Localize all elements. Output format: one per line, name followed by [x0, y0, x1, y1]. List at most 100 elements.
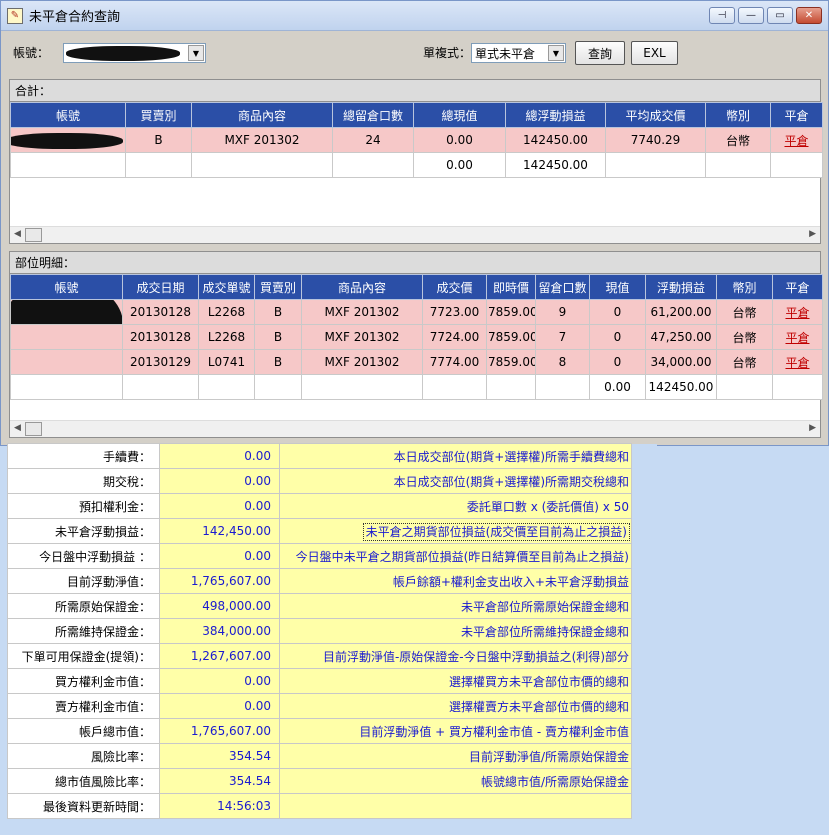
summary-row: 帳戶總市值： 1,765,607.00 目前浮動淨值 + 買方權利金市值 - 賣方權…	[7, 718, 658, 744]
col-side[interactable]: 買賣別	[125, 102, 192, 128]
account-select[interactable]: ▼	[63, 43, 206, 63]
summary-description-text: 未平倉部位所需維持保證金總和	[460, 624, 629, 639]
summary-value: 1,765,607.00	[159, 568, 280, 594]
cell	[332, 152, 414, 178]
summary-value: 1,765,607.00	[159, 718, 280, 744]
scroll-right-icon[interactable]: ▶	[809, 423, 816, 433]
cell: 台幣	[705, 127, 771, 153]
redacted-account	[66, 46, 180, 61]
title-bar[interactable]: ✎ 未平倉合約查詢 ⊣ — ▭ ✕	[1, 1, 828, 31]
col-close[interactable]: 平倉	[770, 102, 823, 128]
close-position-link[interactable]: 平倉	[785, 306, 809, 320]
cell: L2268	[198, 324, 255, 350]
cell: 7740.29	[605, 127, 706, 153]
cell: 7774.00	[422, 349, 487, 375]
col-total-pl[interactable]: 總浮動損益	[505, 102, 606, 128]
table-row[interactable]: 20130129 L0741 B MXF 201302 7774.00 7859…	[10, 349, 823, 375]
col-currency[interactable]: 幣別	[716, 274, 773, 300]
col-close[interactable]: 平倉	[772, 274, 823, 300]
cell: 34,000.00	[645, 349, 717, 375]
maximize-button[interactable]: ▭	[767, 7, 793, 24]
query-button[interactable]: 查詢	[575, 41, 625, 65]
cell	[535, 374, 590, 400]
cell	[191, 152, 333, 178]
col-side[interactable]: 買賣別	[254, 274, 302, 300]
cell: B	[254, 299, 302, 325]
totals-table: 帳號 買賣別 商品內容 總留倉口數 總現值 總浮動損益 平均成交價 幣別 平倉 …	[10, 102, 823, 178]
summary-label: 賣方權利金市值：	[7, 693, 160, 719]
close-position-link[interactable]: 平倉	[785, 356, 809, 370]
chevron-down-icon[interactable]: ▼	[188, 45, 204, 61]
summary-description: 帳號總市值/所需原始保證金	[279, 768, 632, 794]
col-order-no[interactable]: 成交單號	[198, 274, 255, 300]
cell: 20130128	[122, 324, 199, 350]
col-product[interactable]: 商品內容	[191, 102, 333, 128]
scroll-right-icon[interactable]: ▶	[809, 229, 816, 239]
col-live-price[interactable]: 即時價	[486, 274, 536, 300]
excel-button[interactable]: EXL	[631, 41, 678, 65]
col-trade-price[interactable]: 成交價	[422, 274, 487, 300]
summary-pad	[631, 768, 658, 794]
toolbar: 帳號： ▼ 單複式： 單式未平倉 ▼ 查詢 EXL	[1, 31, 828, 75]
cell	[772, 374, 823, 400]
summary-row: 風險比率： 354.54 目前浮動淨值/所需原始保證金	[7, 743, 658, 769]
table-row[interactable]: 20130128 L2268 B MXF 201302 7724.00 7859…	[10, 324, 823, 350]
col-avg-price[interactable]: 平均成交價	[605, 102, 706, 128]
summary-label: 所需原始保證金：	[7, 593, 160, 619]
col-product[interactable]: 商品內容	[301, 274, 423, 300]
account-cell	[10, 299, 123, 325]
summary-description: 選擇權賣方未平倉部位市價的總和	[279, 693, 632, 719]
table-row[interactable]: 20130128 L2268 B MXF 201302 7723.00 7859…	[10, 299, 823, 325]
summary-description-text: 選擇權賣方未平倉部位市價的總和	[448, 699, 629, 714]
summary-description-text: 今日盤中未平倉之期貨部位損益(昨日結算價至目前為止之損益)	[295, 549, 629, 564]
close-position-link[interactable]: 平倉	[785, 331, 809, 345]
summary-description-text: 目前浮動淨值/所需原始保證金	[468, 749, 629, 764]
summary-pad	[631, 693, 658, 719]
col-total-qty[interactable]: 總留倉口數	[332, 102, 414, 128]
col-account[interactable]: 帳號	[10, 274, 123, 300]
cell: 0	[589, 324, 646, 350]
close-position-link[interactable]: 平倉	[784, 134, 808, 148]
cell: 142450.00	[645, 374, 717, 400]
col-trade-date[interactable]: 成交日期	[122, 274, 199, 300]
summary-description: 本日成交部位(期貨+選擇權)所需手續費總和	[279, 443, 632, 469]
summary-description	[279, 793, 632, 819]
details-title: 部位明細：	[10, 252, 820, 274]
horizontal-scrollbar[interactable]: ◀ ▶	[10, 420, 820, 437]
scroll-thumb[interactable]	[25, 422, 42, 436]
col-value[interactable]: 現值	[589, 274, 646, 300]
scroll-left-icon[interactable]: ◀	[14, 423, 21, 433]
cell: 20130128	[122, 299, 199, 325]
cell: MXF 201302	[191, 127, 333, 153]
col-currency[interactable]: 幣別	[705, 102, 771, 128]
chevron-down-icon[interactable]: ▼	[548, 45, 564, 61]
cell: MXF 201302	[301, 324, 423, 350]
mode-select[interactable]: 單式未平倉 ▼	[471, 43, 566, 63]
scroll-left-icon[interactable]: ◀	[14, 229, 21, 239]
col-total-value[interactable]: 總現值	[413, 102, 506, 128]
cell: 0.00	[589, 374, 646, 400]
summary-description-text: 目前浮動淨值-原始保證金-今日盤中浮動損益之(利得)部分	[322, 649, 629, 664]
summary-pad	[631, 743, 658, 769]
summary-label: 未平倉浮動損益：	[7, 518, 160, 544]
summary-value: 0.00	[159, 443, 280, 469]
col-qty[interactable]: 留倉口數	[535, 274, 590, 300]
summary-row: 目前浮動淨值： 1,765,607.00 帳戶餘額+權利金支出收入+未平倉浮動損益	[7, 568, 658, 594]
summary-value: 0.00	[159, 693, 280, 719]
col-pl[interactable]: 浮動損益	[645, 274, 717, 300]
cell: 7723.00	[422, 299, 487, 325]
close-button[interactable]: ✕	[796, 7, 822, 24]
summary-pad	[631, 468, 658, 494]
scroll-thumb[interactable]	[25, 228, 42, 242]
app-icon[interactable]: ✎	[7, 7, 23, 24]
summary-value: 0.00	[159, 493, 280, 519]
table-row[interactable]: B MXF 201302 24 0.00 142450.00 7740.29 台…	[10, 127, 823, 153]
pin-icon[interactable]: ⊣	[709, 7, 735, 24]
summary-description: 未平倉部位所需原始保證金總和	[279, 593, 632, 619]
cell: 47,250.00	[645, 324, 717, 350]
cell: 7859.00	[486, 299, 536, 325]
horizontal-scrollbar[interactable]: ◀ ▶	[10, 226, 820, 243]
cell: 8	[535, 349, 590, 375]
col-account[interactable]: 帳號	[10, 102, 126, 128]
minimize-button[interactable]: —	[738, 7, 764, 24]
